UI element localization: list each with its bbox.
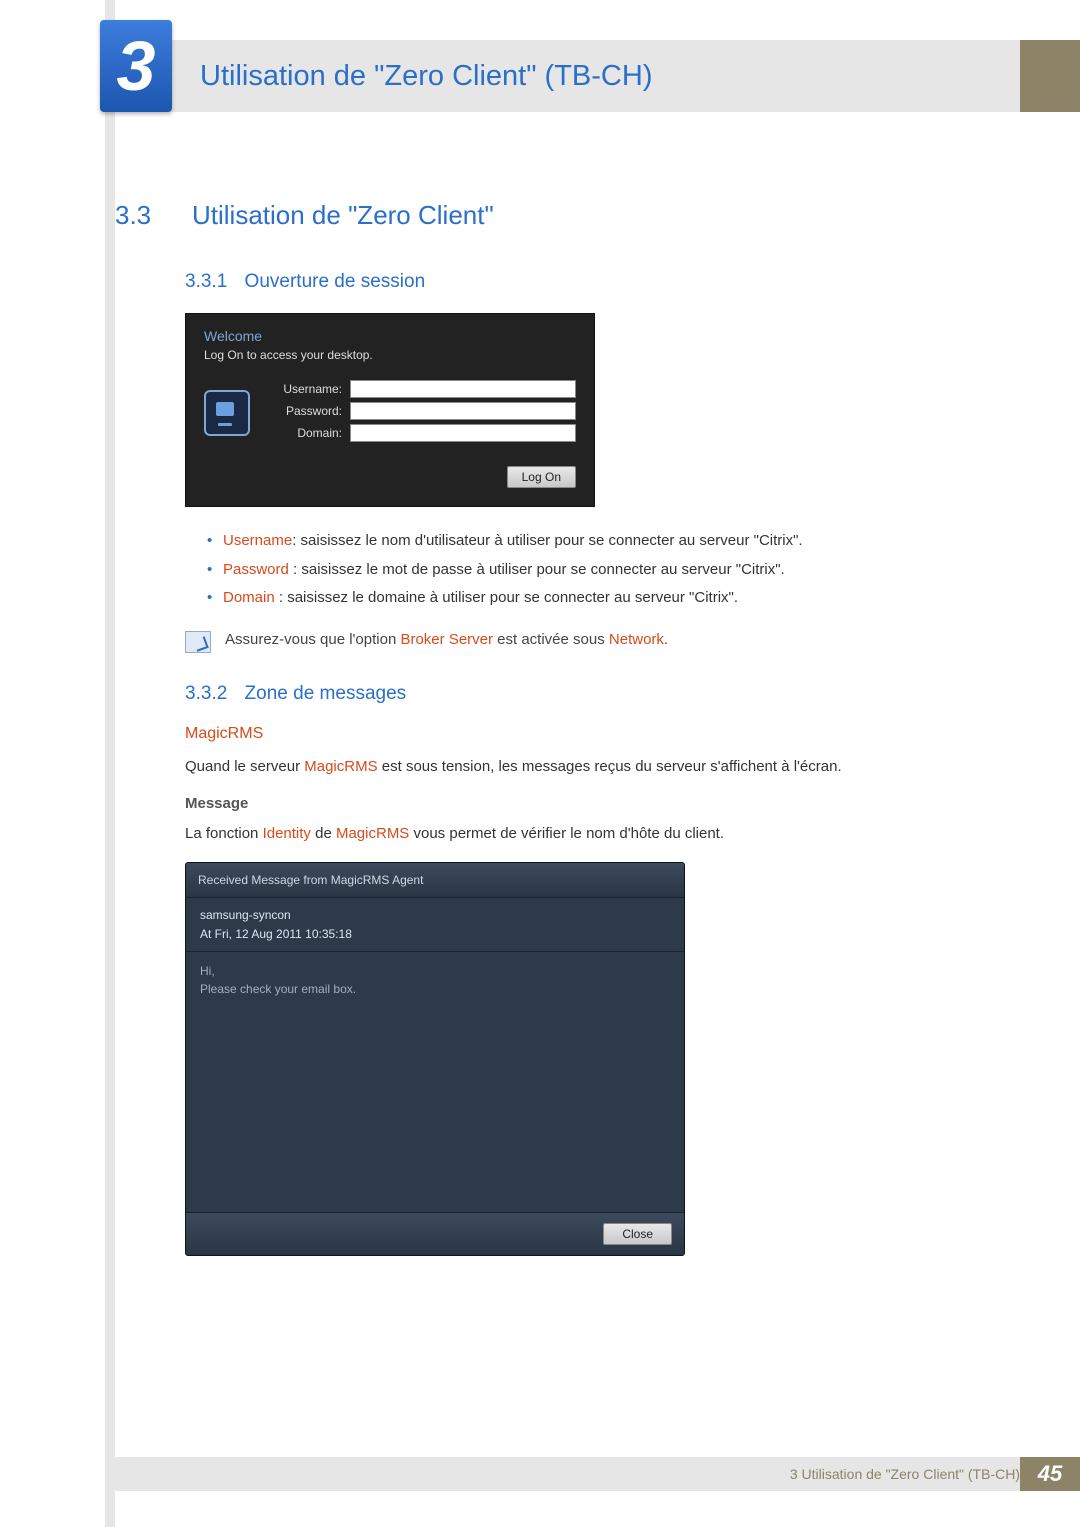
subsection-title: Zone de messages: [245, 683, 407, 704]
section-number: 3.3: [115, 200, 170, 231]
list-item: Username: saisissez le nom d'utilisateur…: [207, 527, 1020, 556]
list-item: Domain : saisissez le domaine à utiliser…: [207, 584, 1020, 613]
chapter-header-bar: Utilisation de "Zero Client" (TB-CH): [115, 40, 1080, 112]
password-input[interactable]: [350, 402, 576, 420]
paragraph: La fonction Identity de MagicRMS vous pe…: [185, 822, 1020, 846]
subsection-heading: 3.3.2 Zone de messages: [185, 683, 1020, 705]
login-prompt: Log On to access your desktop.: [204, 348, 576, 362]
chapter-title: Utilisation de "Zero Client" (TB-CH): [200, 60, 652, 93]
page-number-badge: 45: [1020, 1457, 1080, 1491]
term-password: Password: [223, 561, 289, 578]
term-domain: Domain: [223, 589, 275, 606]
login-dialog: Welcome Log On to access your desktop. U…: [185, 313, 595, 507]
login-welcome: Welcome: [204, 328, 576, 344]
message-body: Hi, Please check your email box.: [186, 952, 684, 1212]
term-username: Username: [223, 532, 292, 549]
username-label: Username:: [262, 382, 350, 396]
message-footer: Close: [186, 1212, 684, 1255]
section-heading: 3.3 Utilisation de "Zero Client": [115, 200, 1020, 231]
logon-button[interactable]: Log On: [507, 466, 576, 488]
chapter-number: 3: [117, 26, 156, 106]
footer-bar: 3 Utilisation de "Zero Client" (TB-CH): [115, 1457, 1080, 1491]
footer-text: 3 Utilisation de "Zero Client" (TB-CH): [790, 1466, 1020, 1482]
subsection-title: Ouverture de session: [245, 271, 426, 292]
h4-magicrms: MagicRMS: [185, 725, 1020, 743]
message-host: samsung-syncon: [186, 898, 684, 925]
domain-label: Domain:: [262, 426, 350, 440]
message-dialog-title: Received Message from MagicRMS Agent: [186, 863, 684, 898]
password-label: Password:: [262, 404, 350, 418]
list-item: Password : saisissez le mot de passe à u…: [207, 556, 1020, 585]
subsection-331: 3.3.1 Ouverture de session Welcome Log O…: [185, 271, 1020, 653]
username-input[interactable]: [350, 380, 576, 398]
message-dialog: Received Message from MagicRMS Agent sam…: [185, 862, 685, 1256]
h5-message: Message: [185, 795, 1020, 812]
subsection-number: 3.3.2: [185, 683, 227, 704]
subsection-number: 3.3.1: [185, 271, 227, 292]
message-timestamp: At Fri, 12 Aug 2011 10:35:18: [186, 925, 684, 952]
page-number: 45: [1038, 1461, 1062, 1487]
note-icon: [185, 631, 211, 653]
note-text: Assurez-vous que l'option Broker Server …: [225, 631, 668, 648]
domain-input[interactable]: [350, 424, 576, 442]
page-content: 3.3 Utilisation de "Zero Client" 3.3.1 O…: [115, 200, 1020, 1281]
section-title: Utilisation de "Zero Client": [192, 200, 494, 231]
close-button[interactable]: Close: [603, 1223, 672, 1245]
paragraph: Quand le serveur MagicRMS est sous tensi…: [185, 755, 1020, 779]
header-accent: [1020, 40, 1080, 112]
left-gutter: [105, 0, 115, 1527]
monitor-icon: [204, 390, 250, 436]
note: Assurez-vous que l'option Broker Server …: [185, 631, 1020, 653]
field-description-list: Username: saisissez le nom d'utilisateur…: [207, 527, 1020, 613]
chapter-number-badge: 3: [100, 20, 172, 112]
subsection-332: 3.3.2 Zone de messages MagicRMS Quand le…: [185, 683, 1020, 1256]
subsection-heading: 3.3.1 Ouverture de session: [185, 271, 1020, 293]
